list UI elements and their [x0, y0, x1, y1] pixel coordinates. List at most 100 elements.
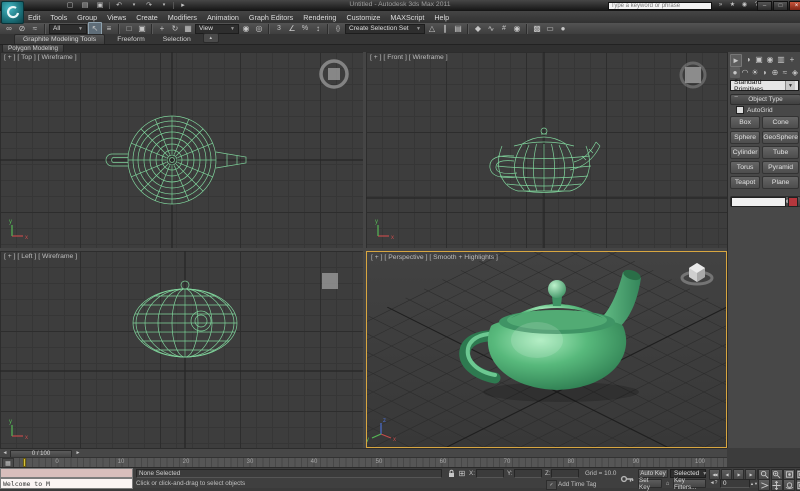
viewport-front-label[interactable]: [ + ] [ Front ] [ Wireframe ]: [370, 54, 448, 61]
shapes-category-icon[interactable]: ◠: [740, 67, 750, 78]
frame-spinner[interactable]: ▲▼: [751, 479, 757, 488]
select-and-manipulate-icon[interactable]: ◎: [253, 23, 265, 34]
teapot-button[interactable]: Teapot: [730, 176, 760, 189]
time-tag-icon[interactable]: ✓: [546, 480, 557, 490]
spacewarps-category-icon[interactable]: ≈: [780, 67, 790, 78]
use-pivot-center-icon[interactable]: ◉: [240, 23, 252, 34]
select-and-move-icon[interactable]: +: [156, 23, 168, 34]
x-coordinate-field[interactable]: [476, 469, 504, 478]
app-logo-icon[interactable]: [1, 1, 24, 24]
project-folder-icon[interactable]: ▸: [177, 1, 189, 9]
slider-right-arrow-icon[interactable]: ►: [74, 449, 82, 457]
rendered-frame-window-icon[interactable]: ▭: [544, 23, 556, 34]
redo-icon[interactable]: ↷: [143, 1, 155, 9]
search-input[interactable]: [608, 2, 712, 10]
create-tab-icon[interactable]: ►: [730, 54, 742, 67]
plane-button[interactable]: Plane: [762, 176, 799, 189]
primitive-category-dropdown[interactable]: Standard Primitives▼: [730, 80, 799, 91]
box-button[interactable]: Box: [730, 116, 760, 129]
set-key-button[interactable]: Set Key: [638, 479, 662, 488]
torus-button[interactable]: Torus: [730, 161, 760, 174]
add-time-tag-text[interactable]: Add Time Tag: [558, 481, 596, 488]
ribbon-tab-freeform[interactable]: Freeform: [111, 35, 151, 44]
align-icon[interactable]: ∥: [439, 23, 451, 34]
bind-to-spacewarp-icon[interactable]: ≈: [29, 23, 41, 34]
reference-coordinate-dropdown[interactable]: View▼: [195, 24, 239, 34]
ribbon-minimize-icon[interactable]: ▴: [203, 33, 219, 43]
mirror-icon[interactable]: △: [426, 23, 438, 34]
ribbon-tab-selection[interactable]: Selection: [157, 35, 197, 44]
menu-maxscript[interactable]: MAXScript: [390, 13, 424, 22]
material-editor-icon[interactable]: ◉: [511, 23, 523, 34]
geometry-category-icon[interactable]: ●: [730, 67, 740, 78]
menu-create[interactable]: Create: [136, 13, 158, 22]
display-tab-icon[interactable]: ▥: [776, 54, 786, 65]
angle-snap-icon[interactable]: ∠: [286, 23, 298, 34]
viewcube-perspective[interactable]: [682, 263, 712, 284]
teapot-object[interactable]: [465, 268, 642, 402]
percent-snap-icon[interactable]: %: [299, 23, 311, 34]
render-production-icon[interactable]: ●: [557, 23, 569, 34]
maxscript-listener-pink[interactable]: [0, 468, 133, 478]
menu-views[interactable]: Views: [107, 13, 126, 22]
close-button[interactable]: ×: [789, 1, 800, 11]
pan-icon[interactable]: [771, 479, 783, 491]
undo-icon[interactable]: ↶: [113, 1, 125, 9]
tube-button[interactable]: Tube: [762, 146, 799, 159]
save-file-icon[interactable]: ▣: [94, 1, 106, 9]
maximize-button[interactable]: □: [773, 1, 788, 11]
ribbon-tab-graphite[interactable]: Graphite Modeling Tools: [14, 34, 105, 44]
rectangular-selection-region-icon[interactable]: □: [123, 23, 135, 34]
pyramid-button[interactable]: Pyramid: [762, 161, 799, 174]
selection-lock-icon[interactable]: [446, 469, 456, 478]
motion-tab-icon[interactable]: ◉: [765, 54, 775, 65]
menu-help[interactable]: Help: [434, 13, 449, 22]
teapot-wireframe-left[interactable]: [133, 281, 237, 357]
orbit-icon[interactable]: [783, 479, 795, 491]
object-name-field[interactable]: [731, 197, 786, 207]
menu-graph-editors[interactable]: Graph Editors: [249, 13, 293, 22]
track-bar-ruler[interactable]: ▦ 0 10 20 30 40 50 60 70 80 90 100: [0, 457, 727, 467]
systems-category-icon[interactable]: ◈: [790, 67, 800, 78]
hierarchy-tab-icon[interactable]: ▣: [754, 54, 764, 65]
menu-customize[interactable]: Customize: [346, 13, 380, 22]
viewcube-top[interactable]: [321, 61, 347, 87]
menu-tools[interactable]: Tools: [50, 13, 67, 22]
sphere-button[interactable]: Sphere: [730, 131, 760, 144]
select-and-scale-icon[interactable]: ▦: [182, 23, 194, 34]
y-coordinate-field[interactable]: [514, 469, 542, 478]
field-of-view-icon[interactable]: [758, 479, 770, 491]
menu-edit[interactable]: Edit: [28, 13, 40, 22]
graphite-ribbon-toggle-icon[interactable]: ◆: [472, 23, 484, 34]
menu-rendering[interactable]: Rendering: [303, 13, 336, 22]
search-go-icon[interactable]: »: [716, 1, 725, 9]
edit-named-sets-icon[interactable]: {}: [332, 23, 344, 34]
viewcube-front[interactable]: [681, 63, 705, 87]
named-selection-set-dropdown[interactable]: Create Selection Set▼: [345, 24, 425, 34]
key-filters-button[interactable]: Key Filters...: [673, 479, 706, 488]
z-coordinate-field[interactable]: [551, 469, 579, 478]
cone-button[interactable]: Cone: [762, 116, 799, 129]
lock-key-icon[interactable]: [620, 472, 634, 490]
viewcube-left[interactable]: [322, 273, 338, 289]
current-frame-marker[interactable]: [23, 458, 26, 467]
select-by-name-icon[interactable]: ≡: [103, 23, 115, 34]
window-crossing-icon[interactable]: ▣: [136, 23, 148, 34]
set-key-mode-icon[interactable]: ⌂: [663, 479, 672, 488]
viewport-left-label[interactable]: [ + ] [ Left ] [ Wireframe ]: [4, 253, 77, 260]
time-slider-track[interactable]: ◄ 0 / 100 ►: [0, 448, 727, 457]
viewport-left[interactable]: [ + ] [ Left ] [ Wireframe ] x y: [0, 251, 363, 448]
selection-filter-dropdown[interactable]: All▼: [49, 24, 87, 34]
spinner-snap-icon[interactable]: ↕: [312, 23, 324, 34]
autogrid-checkbox[interactable]: [736, 106, 744, 114]
schematic-view-icon[interactable]: #: [498, 23, 510, 34]
render-setup-icon[interactable]: ▩: [531, 23, 543, 34]
communication-center-icon[interactable]: ◉: [740, 1, 749, 9]
absolute-mode-icon[interactable]: ⊞: [457, 469, 467, 478]
maximize-viewport-toggle-icon[interactable]: [796, 479, 800, 491]
viewport-perspective[interactable]: [ + ] [ Perspective ] [ Smooth + Highlig…: [366, 251, 727, 448]
menu-modifiers[interactable]: Modifiers: [168, 13, 197, 22]
open-file-icon[interactable]: ▤: [79, 1, 91, 9]
cameras-category-icon[interactable]: ◗: [760, 67, 770, 78]
object-type-rollout[interactable]: −Object Type: [730, 94, 800, 105]
